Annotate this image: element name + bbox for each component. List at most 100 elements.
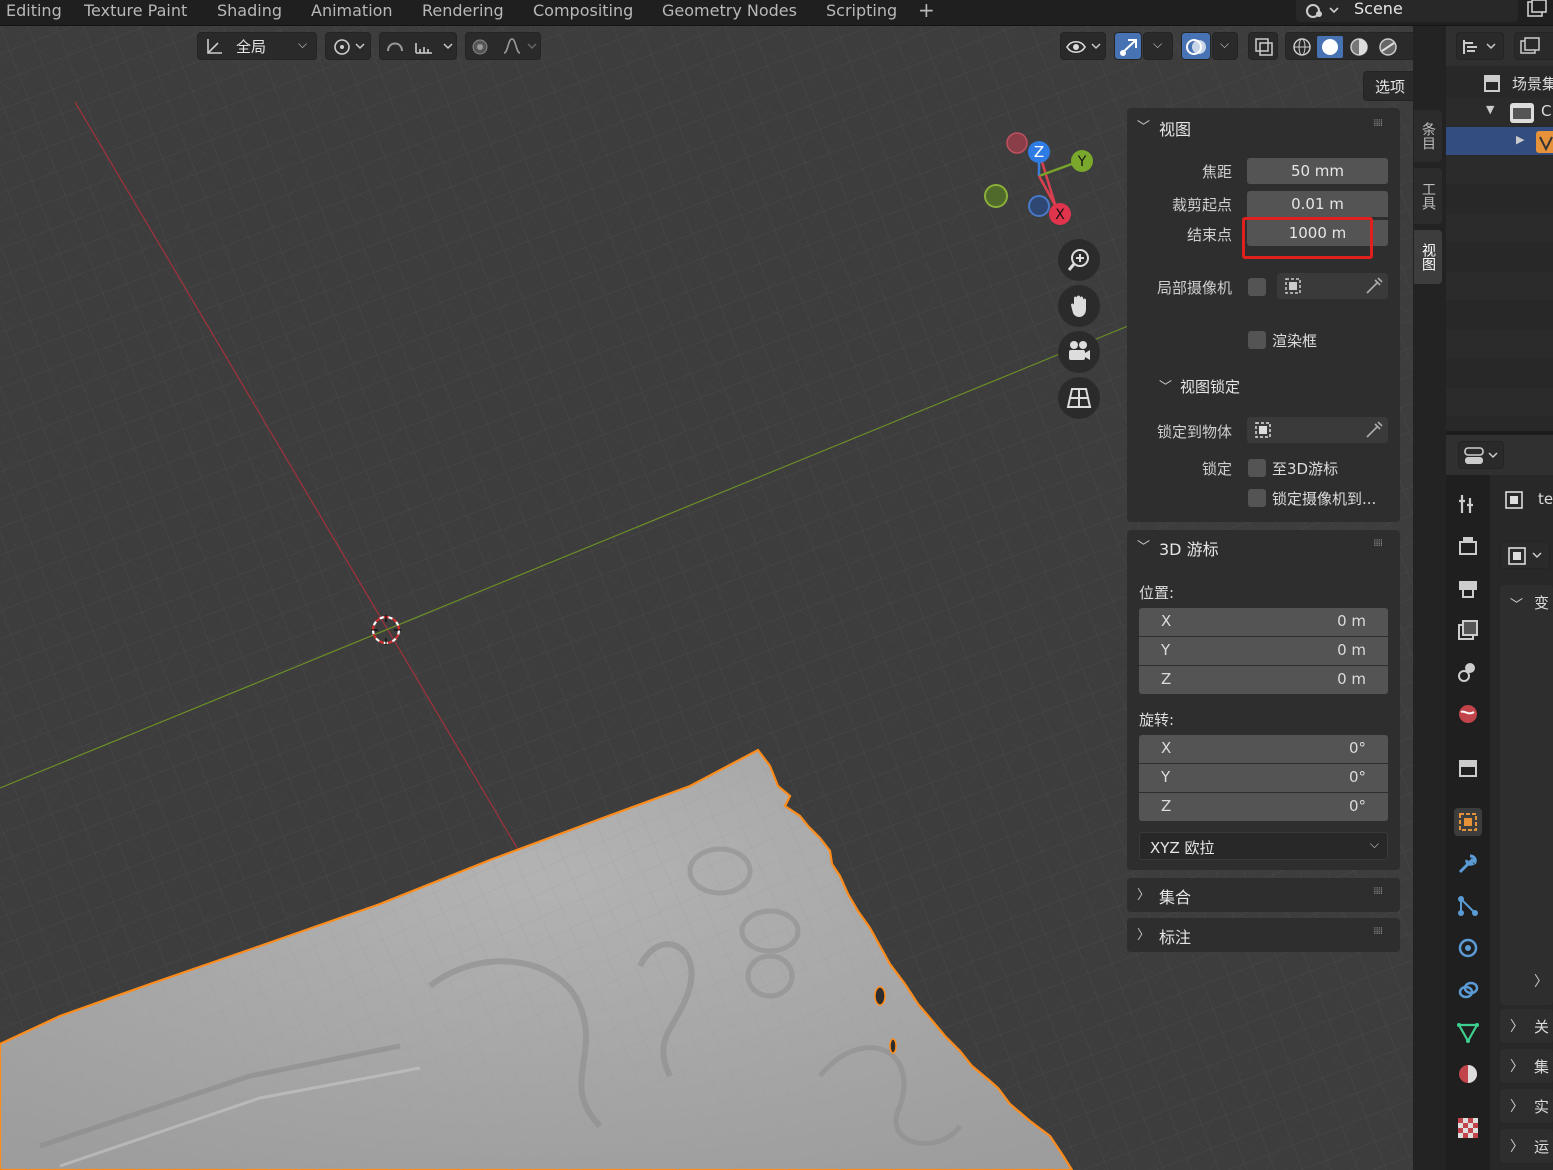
local-camera-object-field[interactable] <box>1277 273 1388 299</box>
tab-scene[interactable] <box>1454 658 1482 686</box>
overlays-icon <box>1186 39 1206 55</box>
lock-to-3d-cursor-checkbox[interactable] <box>1248 459 1266 477</box>
object-icon <box>1508 547 1542 565</box>
neg-z-axis-ball[interactable] <box>1028 195 1050 217</box>
tab-geometry-nodes[interactable]: Geometry Nodes <box>656 0 803 24</box>
tab-particles[interactable] <box>1454 892 1482 920</box>
3d-cursor-panel-header[interactable]: ﹀ 3D 游标 ⁞⁞⁞⁞ <box>1127 530 1400 564</box>
drag-handle-icon[interactable]: ⁞⁞⁞⁞ <box>1373 538 1383 549</box>
disclosure-triangle-icon[interactable]: ▼ <box>1486 103 1494 116</box>
outliner: 场景集 ▼ C ▶ <box>1446 26 1553 431</box>
tab-texture-paint[interactable]: Texture Paint <box>78 0 193 24</box>
tab-constraints[interactable] <box>1454 976 1482 1004</box>
gizmo-dropdown[interactable]: ⌵ <box>1143 32 1173 60</box>
render-region-checkbox[interactable] <box>1248 331 1266 349</box>
collections-panel-header[interactable]: 〉 集 <box>1500 1049 1553 1083</box>
tab-modifiers[interactable] <box>1454 850 1482 878</box>
tab-world[interactable] <box>1454 700 1482 728</box>
tab-texture[interactable] <box>1454 1114 1482 1142</box>
solid-shading-icon <box>1322 39 1338 55</box>
collections-panel-header[interactable]: 〉 集合 ⁞⁞⁞⁞ <box>1127 878 1400 912</box>
chevron-down-icon: ﹀ <box>1159 380 1173 395</box>
tab-collection[interactable] <box>1454 754 1482 782</box>
tab-output[interactable] <box>1454 574 1482 602</box>
scene-selector[interactable] <box>1296 0 1518 22</box>
tab-rendering[interactable]: Rendering <box>416 0 510 24</box>
relations-panel-header[interactable]: 〉 关 <box>1500 1009 1553 1043</box>
outliner-row-collection[interactable]: ▼ C <box>1446 98 1553 126</box>
options-dropdown[interactable]: 选项 ⌵ <box>1363 71 1413 101</box>
tab-data[interactable] <box>1454 1018 1482 1046</box>
object-icon <box>1285 278 1301 294</box>
transform-panel-title[interactable]: 变 <box>1534 592 1549 613</box>
outliner-row-scene-collection[interactable]: 场景集 <box>1446 68 1553 96</box>
editor-type-dropdown[interactable] <box>1458 441 1504 469</box>
tab-scripting[interactable]: Scripting <box>820 0 903 24</box>
transform-orientation-dropdown[interactable]: 全局 ⌵ <box>197 32 317 60</box>
snapping-toggle[interactable] <box>379 32 457 60</box>
view-lock-subpanel-header[interactable]: ﹀ 视图锁定 <box>1127 370 1400 404</box>
scene-collection-label: 场景集 <box>1512 75 1553 93</box>
z-axis-label: Z <box>1034 143 1044 161</box>
drag-handle-icon[interactable]: ⁞⁞⁞⁞ <box>1373 926 1383 937</box>
eyedropper-icon[interactable] <box>1364 421 1384 439</box>
filter-dropdown[interactable] <box>1514 32 1553 60</box>
focal-length-field[interactable]: 50 mm <box>1247 158 1388 184</box>
cursor-location-z[interactable]: Z 0 m <box>1139 666 1388 694</box>
tab-render[interactable] <box>1454 532 1482 560</box>
overlays-toggle[interactable] <box>1181 32 1211 60</box>
motion-paths-panel-header[interactable]: 〉 运 <box>1500 1129 1553 1163</box>
tab-tool[interactable]: 工具 <box>1414 168 1442 224</box>
cursor-rotation-y[interactable]: Y 0° <box>1139 764 1388 792</box>
outliner-row-object-selected[interactable]: ▶ <box>1446 127 1553 155</box>
navigation-gizmo[interactable]: Z Y X <box>980 126 1100 236</box>
proportional-editing-toggle[interactable] <box>465 32 541 60</box>
clip-start-field[interactable]: 0.01 m <box>1247 191 1388 217</box>
cursor-rotation-z[interactable]: Z 0° <box>1139 793 1388 821</box>
highlight-box <box>1242 217 1373 259</box>
tab-editing[interactable]: Editing <box>0 0 68 24</box>
rotation-mode-dropdown[interactable]: XYZ 欧拉 ⌵ <box>1139 832 1388 860</box>
visibility-dropdown[interactable] <box>1060 32 1106 60</box>
overlays-dropdown[interactable]: ⌵ <box>1212 32 1238 60</box>
new-scene-icon[interactable] <box>1525 0 1547 20</box>
chevron-right-icon[interactable]: 〉 <box>1534 971 1548 991</box>
xray-toggle[interactable] <box>1248 32 1278 60</box>
neg-x-axis-ball[interactable] <box>1006 132 1028 154</box>
gizmo-toggle[interactable] <box>1114 32 1142 60</box>
add-workspace-button[interactable]: + <box>912 0 941 24</box>
view-panel-header[interactable]: ﹀ 视图 ⁞⁞⁞⁞ <box>1127 110 1400 144</box>
instancing-panel-header[interactable]: 〉 实 <box>1500 1089 1553 1123</box>
lock-camera-to-view-checkbox[interactable] <box>1248 489 1266 507</box>
tab-shading[interactable]: Shading <box>211 0 288 24</box>
camera-view-button[interactable] <box>1058 331 1100 373</box>
display-mode-dropdown[interactable] <box>1456 32 1504 60</box>
pan-button[interactable] <box>1058 285 1100 327</box>
tab-view-layer[interactable] <box>1454 616 1482 644</box>
neg-y-axis-ball[interactable] <box>984 184 1008 208</box>
zoom-button[interactable] <box>1058 239 1100 281</box>
tab-material[interactable] <box>1454 1060 1482 1088</box>
pivot-point-dropdown[interactable] <box>325 32 371 60</box>
local-camera-checkbox[interactable] <box>1248 278 1266 296</box>
drag-handle-icon[interactable]: ⁞⁞⁞⁞ <box>1373 118 1383 129</box>
tab-item[interactable]: 条目 <box>1414 110 1442 162</box>
disclosure-triangle-icon[interactable]: ▶ <box>1516 133 1524 146</box>
drag-handle-icon[interactable]: ⁞⁞⁞⁞ <box>1373 886 1383 897</box>
eyedropper-icon[interactable] <box>1364 277 1384 295</box>
annotations-panel-header[interactable]: 〉 标注 ⁞⁞⁞⁞ <box>1127 918 1400 952</box>
tab-object[interactable] <box>1454 808 1482 836</box>
tab-physics[interactable] <box>1454 934 1482 962</box>
object-data-dropdown[interactable] <box>1500 541 1550 569</box>
cursor-location-x[interactable]: X 0 m <box>1139 608 1388 636</box>
tab-tool-settings[interactable] <box>1454 490 1482 518</box>
axis-value: 0 m <box>1337 641 1366 659</box>
cursor-rotation-x[interactable]: X 0° <box>1139 735 1388 763</box>
tab-view[interactable]: 视图 <box>1414 230 1442 284</box>
tab-compositing[interactable]: Compositing <box>527 0 639 24</box>
lock-to-object-field[interactable] <box>1247 417 1388 443</box>
cursor-location-y[interactable]: Y 0 m <box>1139 637 1388 665</box>
object-name-field[interactable]: te <box>1500 483 1553 517</box>
tab-animation[interactable]: Animation <box>305 0 399 24</box>
perspective-toggle-button[interactable] <box>1058 377 1100 419</box>
